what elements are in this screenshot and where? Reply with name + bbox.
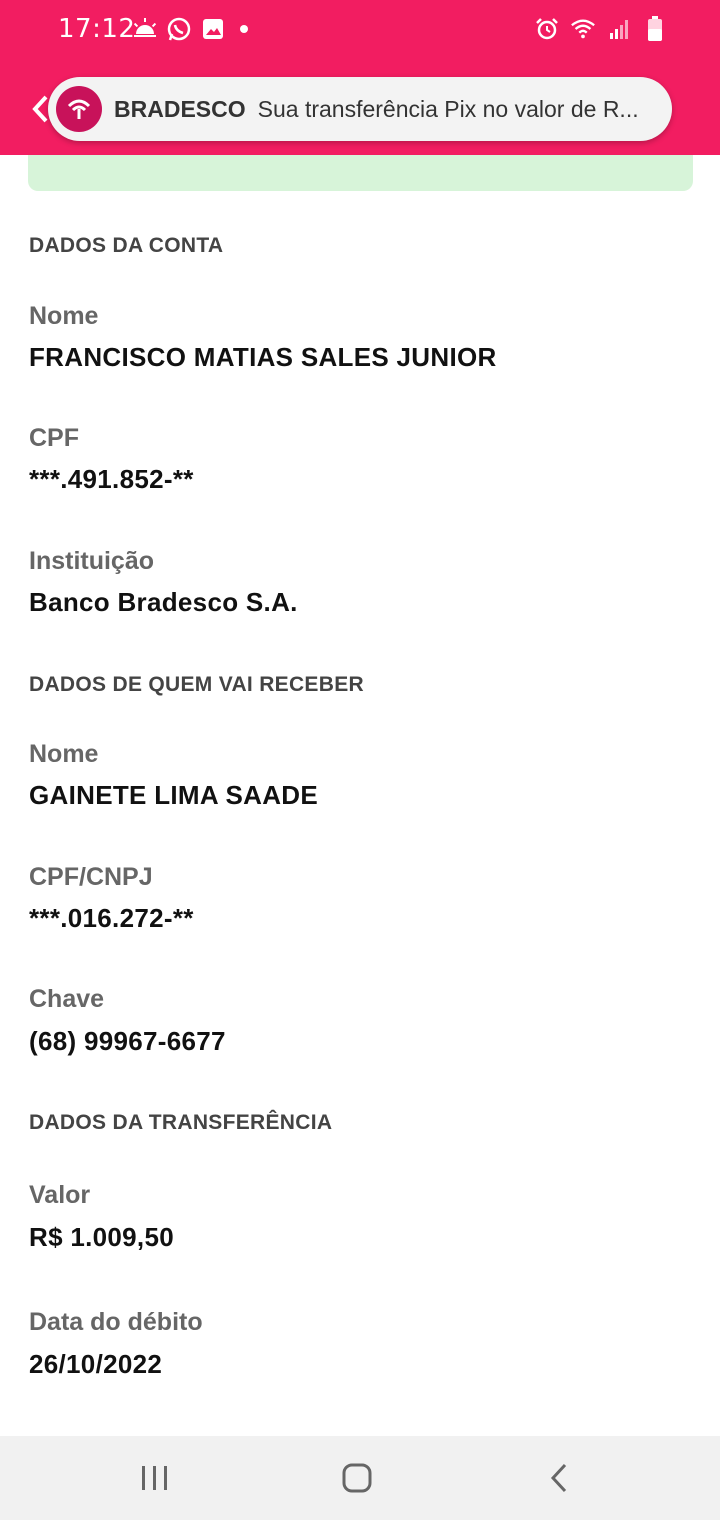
notification-text: Sua transferência Pix no valor de R... (257, 95, 639, 122)
receiver-doc-label: CPF/CNPJ (29, 863, 153, 891)
wifi-icon (570, 16, 596, 42)
bradesco-logo-icon (56, 86, 102, 132)
status-time: 17:12 (58, 14, 136, 44)
notification-pill[interactable]: BRADESCO Sua transferência Pix no valor … (32, 77, 672, 141)
success-banner (28, 155, 693, 191)
recent-apps-icon[interactable] (131, 1456, 179, 1500)
weather-icon (132, 16, 158, 42)
account-cpf-label: CPF (29, 424, 79, 452)
status-left-icons (132, 14, 248, 44)
transfer-amount-label: Valor (29, 1181, 91, 1209)
signal-icon (606, 16, 632, 42)
whatsapp-icon (166, 16, 192, 42)
chevron-left-icon (32, 95, 58, 123)
dot-icon (240, 25, 248, 33)
notification-app-name: BRADESCO (114, 95, 246, 122)
battery-icon (642, 16, 668, 42)
section-title-receiver: DADOS DE QUEM VAI RECEBER (29, 673, 364, 696)
navigation-bar (0, 1436, 720, 1520)
alarm-icon (534, 16, 560, 42)
account-name-value: FRANCISCO MATIAS SALES JUNIOR (29, 342, 497, 372)
back-icon[interactable] (535, 1456, 583, 1500)
transfer-date-value: 26/10/2022 (29, 1349, 163, 1379)
transfer-amount-value: R$ 1.009,50 (29, 1222, 174, 1252)
account-name-label: Nome (29, 302, 99, 330)
transfer-date-label: Data do débito (29, 1308, 203, 1336)
receiver-key-value: (68) 99967-6677 (29, 1026, 226, 1056)
account-institution-label: Instituição (29, 547, 155, 575)
account-cpf-value: ***.491.852-** (29, 464, 194, 494)
receiver-doc-value: ***.016.272-** (29, 903, 194, 933)
home-icon[interactable] (333, 1456, 381, 1500)
gallery-icon (200, 16, 226, 42)
section-title-transfer: DADOS DA TRANSFERÊNCIA (29, 1111, 333, 1134)
receiver-key-label: Chave (29, 985, 105, 1013)
status-bar: 17:12 BRADESCO Sua transferência Pix no … (0, 0, 720, 155)
section-title-account: DADOS DA CONTA (29, 234, 224, 257)
receiver-name-label: Nome (29, 740, 99, 768)
account-institution-value: Banco Bradesco S.A. (29, 587, 298, 617)
status-right-icons (534, 14, 668, 44)
receiver-name-value: GAINETE LIMA SAADE (29, 780, 319, 810)
